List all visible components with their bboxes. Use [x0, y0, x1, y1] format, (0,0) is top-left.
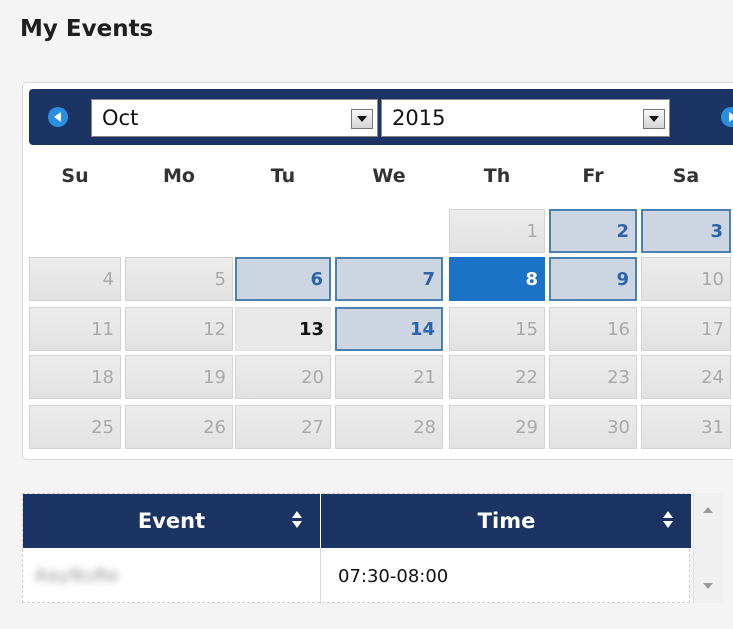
calendar-day-24[interactable]: 24 — [641, 355, 731, 399]
calendar-day-19[interactable]: 19 — [125, 355, 233, 399]
calendar-day-13[interactable]: 13 — [235, 307, 331, 351]
column-header-event[interactable]: Event — [23, 494, 321, 548]
month-select-value: Oct — [102, 106, 139, 130]
calendar-day-20[interactable]: 20 — [235, 355, 331, 399]
calendar-day-22[interactable]: 22 — [449, 355, 545, 399]
year-dropdown-button[interactable] — [643, 109, 665, 129]
calendar-day-18[interactable]: 18 — [29, 355, 121, 399]
events-table: Event Time AayNuRe 07:30-08:00 — [22, 493, 691, 604]
calendar-day-17[interactable]: 17 — [641, 307, 731, 351]
scroll-down-icon[interactable] — [703, 583, 713, 589]
chevron-down-icon — [649, 116, 659, 122]
column-header-time-label: Time — [477, 509, 536, 533]
calendar-day-5[interactable]: 5 — [125, 257, 233, 301]
column-header-time[interactable]: Time — [322, 494, 691, 548]
chevron-left-icon — [53, 112, 61, 122]
calendar-day-6[interactable]: 6 — [235, 257, 331, 301]
year-select-value: 2015 — [392, 106, 446, 130]
calendar-day-12[interactable]: 12 — [125, 307, 233, 351]
weekday-label: Sa — [672, 165, 700, 187]
chevron-right-icon — [728, 112, 733, 122]
prev-month-button[interactable] — [48, 107, 68, 127]
events-table-header: Event Time — [23, 494, 691, 548]
weekday-label: Fr — [582, 165, 604, 187]
calendar-day-10[interactable]: 10 — [641, 257, 731, 301]
scroll-up-icon[interactable] — [703, 507, 713, 513]
weekday-label: Mo — [163, 165, 195, 187]
calendar-day-29[interactable]: 29 — [449, 405, 545, 449]
calendar-day-15[interactable]: 15 — [449, 307, 545, 351]
sort-icon — [663, 509, 673, 531]
calendar-day-9[interactable]: 9 — [549, 257, 637, 301]
table-row[interactable]: AayNuRe 07:30-08:00 — [23, 548, 691, 604]
chevron-down-icon — [357, 116, 367, 122]
calendar-day-25[interactable]: 25 — [29, 405, 121, 449]
month-select[interactable]: Oct — [91, 99, 378, 137]
calendar-day-21[interactable]: 21 — [335, 355, 443, 399]
calendar-day-4[interactable]: 4 — [29, 257, 121, 301]
calendar-day-3[interactable]: 3 — [641, 209, 731, 253]
calendar-day-28[interactable]: 28 — [335, 405, 443, 449]
calendar-day-27[interactable]: 27 — [235, 405, 331, 449]
calendar-day-14[interactable]: 14 — [335, 307, 443, 351]
calendar-day-8[interactable]: 8 — [449, 257, 545, 301]
event-name-cell: AayNuRe — [23, 548, 321, 604]
calendar-day-11[interactable]: 11 — [29, 307, 121, 351]
calendar-day-31[interactable]: 31 — [641, 405, 731, 449]
weekday-label: We — [372, 165, 406, 187]
weekday-label: Su — [61, 165, 89, 187]
event-name-redacted: AayNuRe — [35, 566, 120, 586]
calendar-day-7[interactable]: 7 — [335, 257, 443, 301]
weekday-label: Tu — [270, 165, 296, 187]
next-month-button[interactable] — [721, 107, 733, 127]
calendar-panel: Oct 2015 Su Mo Tu We Th Fr Sa 1 2 3 4 5 6 7 8 9 10 11 12 1… — [22, 82, 733, 460]
event-time-cell: 07:30-08:00 — [338, 565, 449, 587]
calendar-day-16[interactable]: 16 — [549, 307, 637, 351]
events-scrollbar[interactable] — [693, 493, 723, 603]
calendar-day-30[interactable]: 30 — [549, 405, 637, 449]
year-select[interactable]: 2015 — [381, 99, 670, 137]
calendar-day-2[interactable]: 2 — [549, 209, 637, 253]
column-header-event-label: Event — [137, 509, 206, 533]
widget-title: My Events — [20, 16, 154, 42]
month-dropdown-button[interactable] — [351, 109, 373, 129]
calendar-day-26[interactable]: 26 — [125, 405, 233, 449]
calendar-day-23[interactable]: 23 — [549, 355, 637, 399]
calendar-day-1[interactable]: 1 — [449, 209, 545, 253]
sort-icon — [292, 509, 302, 531]
weekday-label: Th — [483, 165, 511, 187]
calendar-header: Oct 2015 — [29, 89, 733, 145]
